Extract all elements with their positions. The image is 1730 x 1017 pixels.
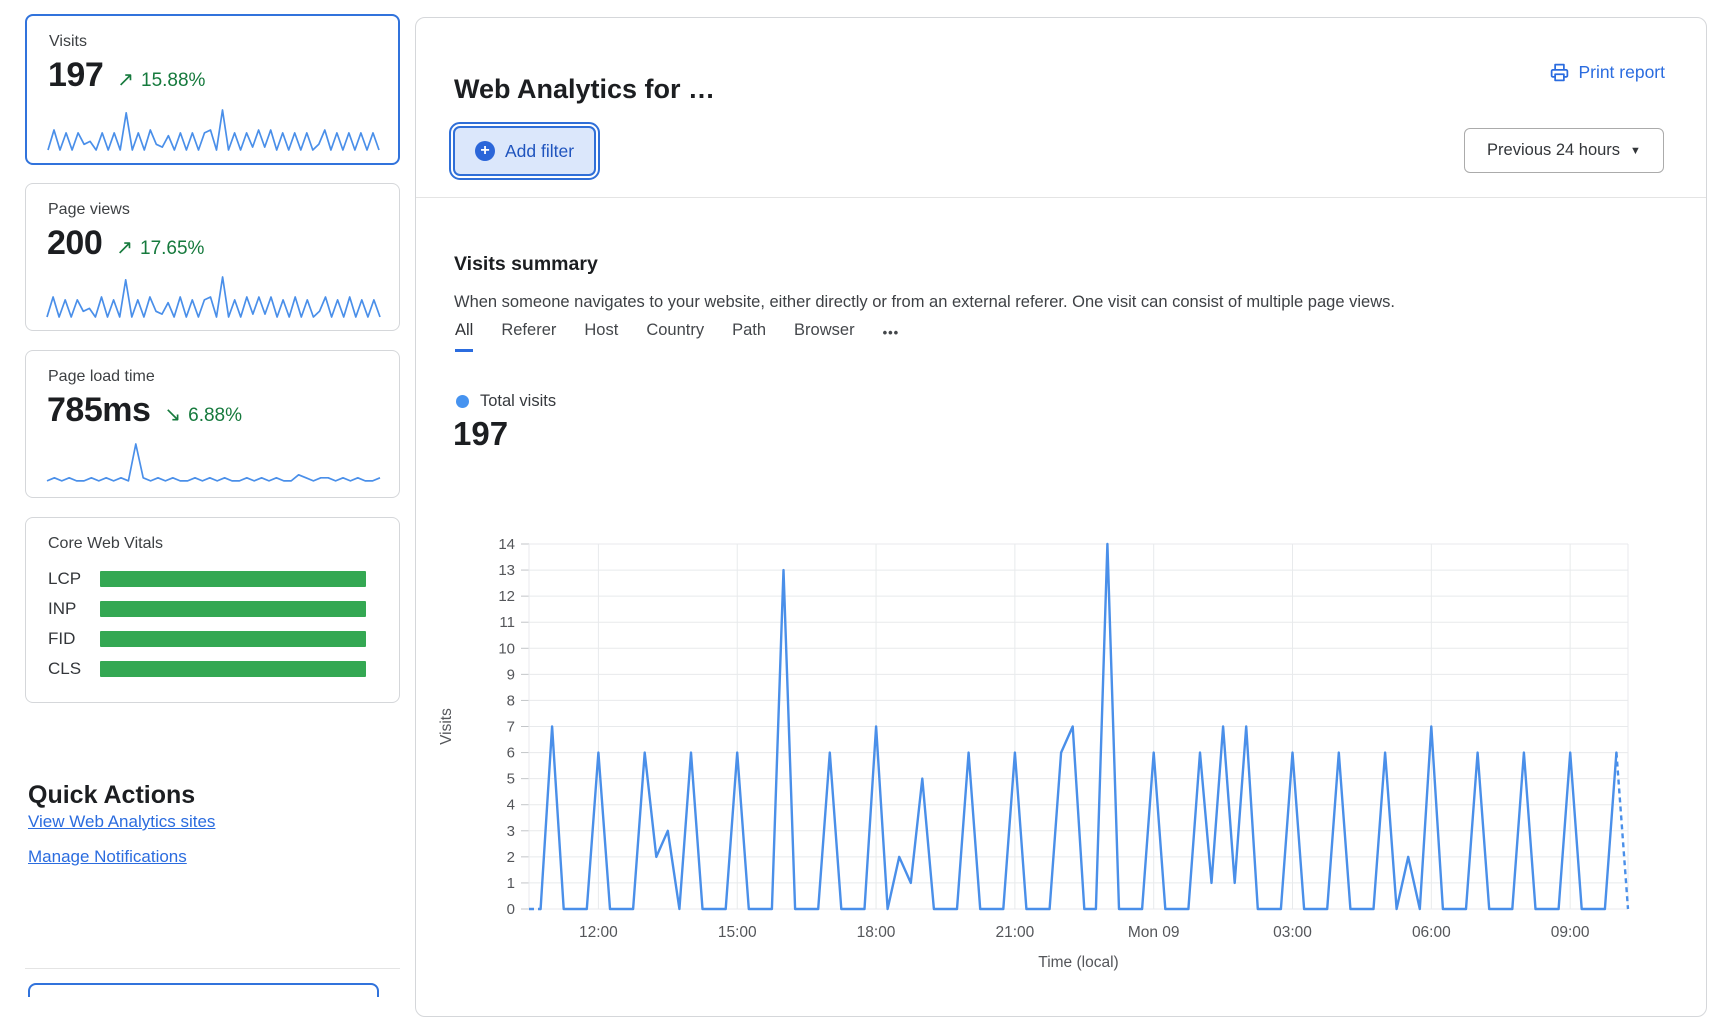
vital-row-fid: FID bbox=[48, 630, 366, 648]
core-web-vitals-card: Core Web Vitals LCP INP FID CLS bbox=[25, 517, 400, 703]
metric-value: 785ms bbox=[47, 391, 150, 430]
svg-text:09:00: 09:00 bbox=[1551, 924, 1590, 941]
svg-text:15:00: 15:00 bbox=[718, 924, 757, 941]
svg-text:2: 2 bbox=[507, 849, 515, 866]
svg-text:11: 11 bbox=[499, 614, 515, 631]
total-visits-value: 197 bbox=[453, 415, 508, 453]
visits-summary-title: Visits summary bbox=[454, 253, 598, 276]
svg-text:5: 5 bbox=[507, 771, 515, 788]
chart-legend: Total visits bbox=[456, 392, 556, 411]
printer-icon bbox=[1549, 62, 1570, 83]
metric-value: 200 bbox=[47, 224, 102, 263]
vital-row-cls: CLS bbox=[48, 660, 366, 678]
vital-bar-good bbox=[100, 631, 366, 647]
delta-percent: 15.88% bbox=[141, 70, 205, 92]
page-title: Web Analytics for … bbox=[454, 74, 715, 105]
visits-line-chart: 0123456789101112131412:0015:0018:0021:00… bbox=[421, 491, 1708, 996]
legend-label: Total visits bbox=[480, 392, 556, 411]
visits-summary-description: When someone navigates to your website, … bbox=[454, 293, 1604, 312]
page-views-sparkline bbox=[46, 274, 381, 319]
time-range-value: Previous 24 hours bbox=[1487, 141, 1620, 160]
tab-all[interactable]: All bbox=[455, 321, 473, 352]
svg-text:6: 6 bbox=[507, 745, 515, 762]
svg-text:7: 7 bbox=[507, 719, 515, 736]
metric-row: 200 ↗ 17.65% bbox=[47, 224, 204, 263]
vital-label: INP bbox=[48, 599, 100, 619]
vital-row-inp: INP bbox=[48, 600, 366, 618]
web-analytics-panel: Web Analytics for … Print report + Add f… bbox=[415, 17, 1707, 1017]
page-load-time-sparkline bbox=[46, 441, 381, 486]
metric-card-page-load-time[interactable]: Page load time 785ms ↘ 6.88% bbox=[25, 350, 400, 498]
svg-text:4: 4 bbox=[507, 797, 515, 814]
tab-browser[interactable]: Browser bbox=[794, 321, 855, 352]
svg-text:18:00: 18:00 bbox=[857, 924, 896, 941]
vital-bar-good bbox=[100, 601, 366, 617]
svg-text:Time (local): Time (local) bbox=[1038, 954, 1118, 971]
metric-delta: ↗ 15.88% bbox=[117, 67, 205, 92]
delta-percent: 6.88% bbox=[188, 405, 242, 427]
svg-text:13: 13 bbox=[498, 562, 515, 579]
add-filter-button[interactable]: + Add filter bbox=[453, 126, 596, 176]
time-range-dropdown[interactable]: Previous 24 hours ▼ bbox=[1464, 128, 1664, 173]
svg-text:12:00: 12:00 bbox=[579, 924, 618, 941]
metric-row: 197 ↗ 15.88% bbox=[48, 56, 205, 95]
vital-label: FID bbox=[48, 629, 100, 649]
metric-label: Page views bbox=[48, 201, 130, 219]
add-filter-label: Add filter bbox=[505, 141, 574, 162]
metric-value: 197 bbox=[48, 56, 103, 95]
trend-down-icon: ↘ bbox=[164, 402, 181, 427]
vital-label: CLS bbox=[48, 659, 100, 679]
metric-delta: ↘ 6.88% bbox=[164, 402, 242, 427]
visits-sparkline bbox=[47, 107, 380, 152]
svg-text:3: 3 bbox=[507, 823, 515, 840]
metric-row: 785ms ↘ 6.88% bbox=[47, 391, 242, 430]
header-divider bbox=[416, 197, 1706, 198]
vital-label: LCP bbox=[48, 569, 100, 589]
svg-text:14: 14 bbox=[498, 536, 515, 553]
svg-text:12: 12 bbox=[498, 588, 515, 605]
legend-dot-icon bbox=[456, 395, 469, 408]
svg-text:0: 0 bbox=[507, 901, 515, 918]
metric-label: Page load time bbox=[48, 368, 155, 386]
svg-text:9: 9 bbox=[507, 666, 515, 683]
vital-bar-good bbox=[100, 571, 366, 587]
metric-card-visits[interactable]: Visits 197 ↗ 15.88% bbox=[25, 14, 400, 165]
svg-text:Visits: Visits bbox=[438, 708, 455, 745]
chevron-down-icon: ▼ bbox=[1630, 145, 1641, 157]
svg-text:Mon 09: Mon 09 bbox=[1128, 924, 1180, 941]
svg-text:10: 10 bbox=[498, 640, 515, 657]
svg-text:06:00: 06:00 bbox=[1412, 924, 1451, 941]
tab-referer[interactable]: Referer bbox=[501, 321, 556, 352]
metric-label: Visits bbox=[49, 33, 87, 51]
manage-notifications-link[interactable]: Manage Notifications bbox=[28, 847, 187, 867]
svg-text:1: 1 bbox=[507, 875, 515, 892]
tab-path[interactable]: Path bbox=[732, 321, 766, 352]
tab-host[interactable]: Host bbox=[584, 321, 618, 352]
print-report-link[interactable]: Print report bbox=[1549, 62, 1665, 83]
view-web-analytics-sites-link[interactable]: View Web Analytics sites bbox=[28, 812, 215, 832]
metric-card-page-views[interactable]: Page views 200 ↗ 17.65% bbox=[25, 183, 400, 331]
core-web-vitals-title: Core Web Vitals bbox=[48, 535, 163, 553]
quick-actions-title: Quick Actions bbox=[28, 781, 195, 810]
svg-text:03:00: 03:00 bbox=[1273, 924, 1312, 941]
sidebar-divider bbox=[25, 968, 400, 969]
vital-row-lcp: LCP bbox=[48, 570, 366, 588]
delta-percent: 17.65% bbox=[140, 238, 204, 260]
svg-text:21:00: 21:00 bbox=[995, 924, 1034, 941]
tab-country[interactable]: Country bbox=[646, 321, 704, 352]
metric-delta: ↗ 17.65% bbox=[116, 235, 204, 260]
trend-up-icon: ↗ bbox=[117, 67, 134, 92]
dimension-tabs: All Referer Host Country Path Browser ••… bbox=[455, 321, 899, 352]
trend-up-icon: ↗ bbox=[116, 235, 133, 260]
vital-bar-good bbox=[100, 661, 366, 677]
print-report-label: Print report bbox=[1578, 62, 1665, 83]
svg-text:8: 8 bbox=[507, 692, 515, 709]
more-tabs-button[interactable]: ••• bbox=[883, 321, 900, 352]
partial-next-card[interactable] bbox=[28, 983, 379, 997]
plus-circle-icon: + bbox=[475, 141, 495, 161]
